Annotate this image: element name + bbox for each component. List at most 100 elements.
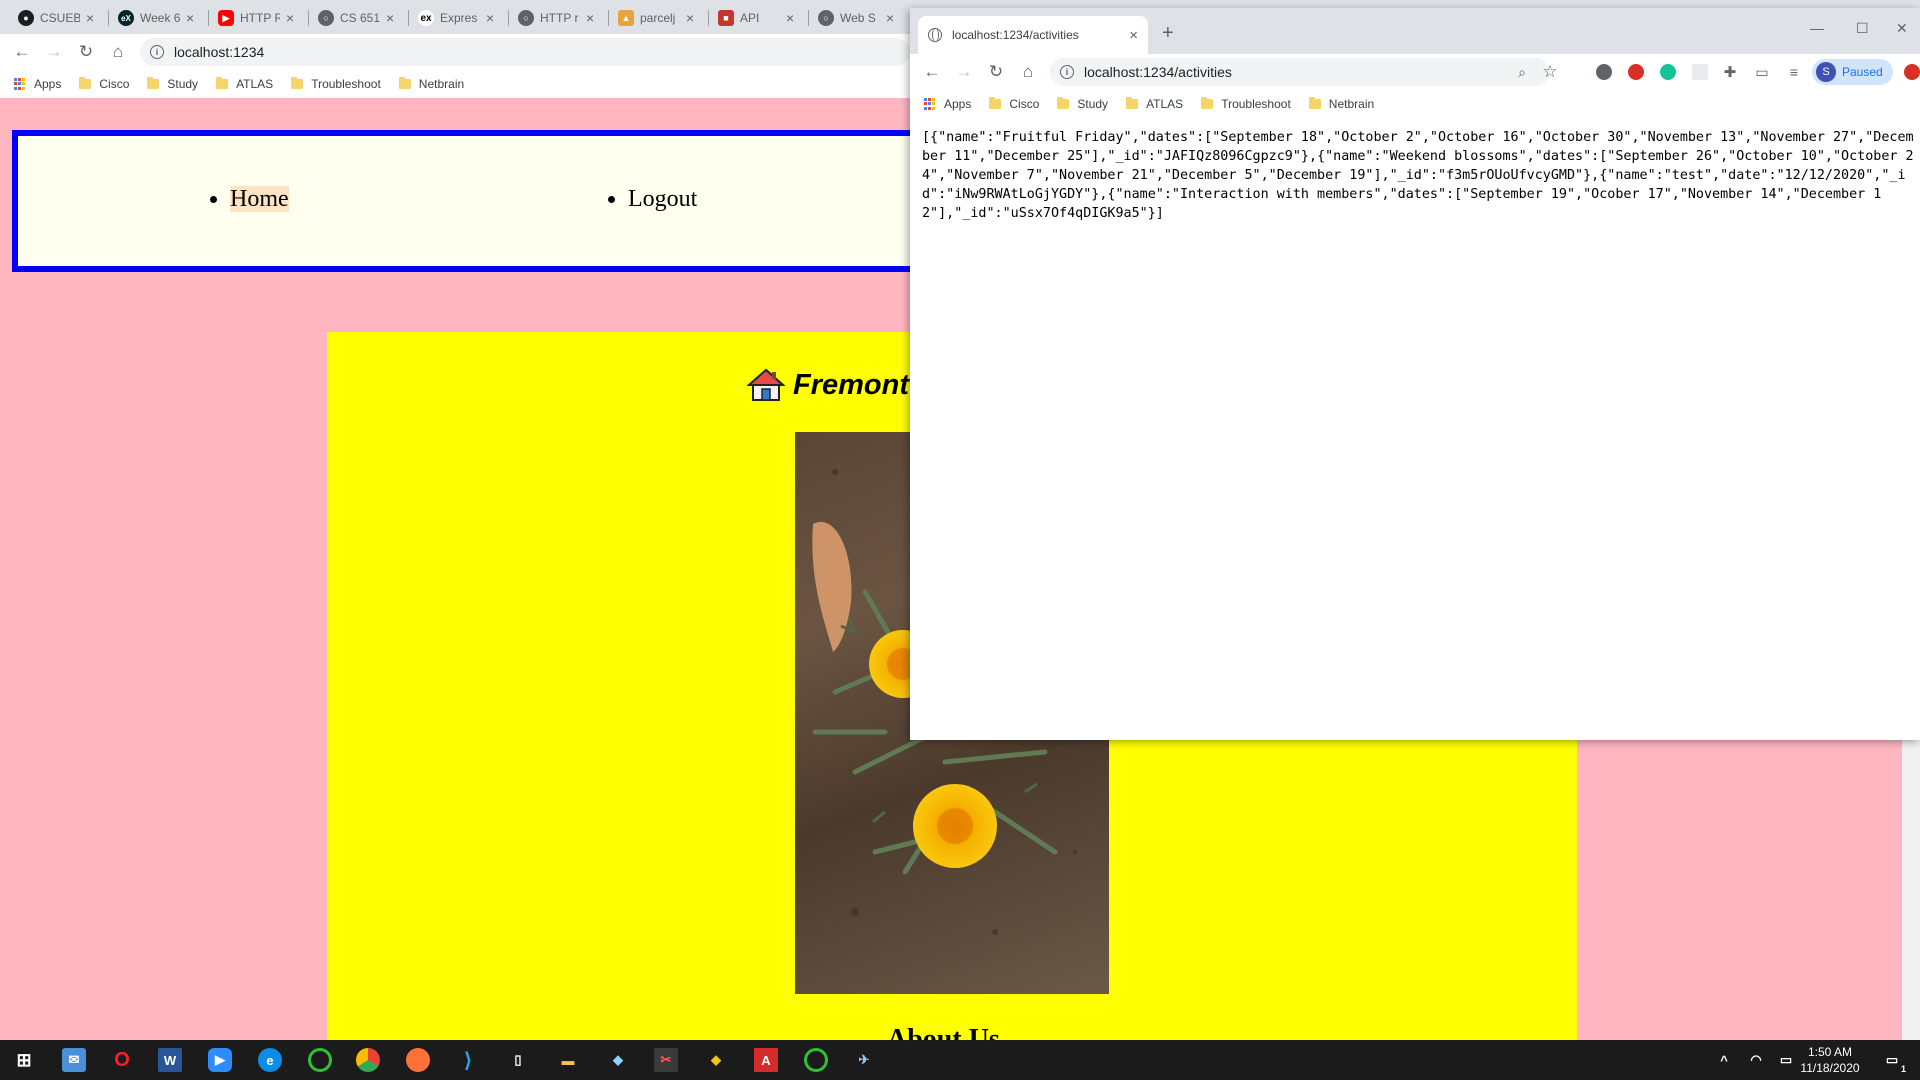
tab-week6[interactable]: eX Week 6 × [112,4,202,32]
bookmark-troubleshoot[interactable]: Troubleshoot [291,77,381,91]
tab-csueb[interactable]: ● CSUEB × [12,4,102,32]
reading-list-icon[interactable]: ≡ [1782,60,1806,84]
url-text: localhost:1234/activities [1084,64,1232,80]
blank-extension-icon[interactable] [1692,64,1708,80]
tab-api[interactable]: ■ API × [712,4,802,32]
acrobat-icon[interactable]: A [754,1048,778,1072]
youtube-icon: ▶ [218,10,234,26]
cast-icon[interactable]: ▭ [1750,60,1774,84]
globe-icon: ○ [818,10,834,26]
globe-icon: ○ [518,10,534,26]
extension-icon[interactable] [1596,64,1612,80]
close-icon[interactable]: × [86,10,94,26]
system-clock[interactable]: 1:50 AM 11/18/2020 [1790,1044,1870,1076]
folder-icon [291,77,304,89]
close-icon[interactable]: × [1129,27,1138,44]
close-icon[interactable]: × [886,10,894,26]
close-window-icon[interactable]: ✕ [1896,20,1908,37]
folder-icon [216,77,229,89]
apps-grid-icon [14,78,26,90]
close-icon[interactable]: × [586,10,594,26]
firefox-icon[interactable] [406,1048,430,1072]
refresh-app-icon[interactable] [308,1048,332,1072]
close-icon[interactable]: × [286,10,294,26]
tab-http-r[interactable]: ▶ HTTP R × [212,4,302,32]
home-icon[interactable]: ⌂ [106,40,130,64]
folder-icon [398,77,411,89]
tab-web-s[interactable]: ○ Web S × [812,4,902,32]
minimize-icon[interactable]: — [1810,20,1824,36]
notepad-icon[interactable]: ▯ [506,1048,530,1072]
new-tab-icon[interactable]: + [1162,22,1174,45]
app-icon[interactable]: ✈ [852,1048,876,1072]
chevron-up-icon[interactable]: ^ [1712,1048,1736,1072]
tab-label: HTTP r [540,11,579,25]
close-icon[interactable]: × [386,10,394,26]
bookmark-atlas[interactable]: ATLAS [216,77,273,91]
nav-home[interactable]: Home [230,186,289,213]
address-bar[interactable]: i localhost:1234 [140,38,910,66]
mail-icon[interactable]: ✉ [62,1048,86,1072]
address-bar[interactable]: i localhost:1234/activities [1050,58,1550,86]
close-icon[interactable]: × [486,10,494,26]
reload-icon[interactable]: ↻ [74,40,98,64]
zoom-app-icon[interactable]: ▶ [208,1048,232,1072]
word-icon[interactable]: W [158,1048,182,1072]
bookmark-apps[interactable]: Apps [14,77,61,91]
folder-icon [1308,97,1321,109]
close-icon[interactable]: × [786,10,794,26]
opera-icon[interactable]: O [110,1048,134,1072]
globe-icon [928,28,942,42]
bookmark-troubleshoot[interactable]: Troubleshoot [1201,97,1291,111]
tab-label: CS 651 [340,11,380,25]
back-arrow-icon[interactable]: ← [10,40,34,64]
bookmark-study[interactable]: Study [147,77,198,91]
tab-label: Expres [440,11,478,25]
bookmark-netbrain[interactable]: Netbrain [1308,97,1374,111]
refresh-app-icon[interactable] [804,1048,828,1072]
forward-arrow-icon[interactable]: → [42,40,66,64]
bookmark-apps[interactable]: Apps [924,97,971,111]
file-explorer-icon[interactable]: ▬ [556,1048,580,1072]
bookmark-cisco[interactable]: Cisco [79,77,129,91]
nav-logout[interactable]: Logout [628,186,697,213]
chrome-icon[interactable] [356,1048,380,1072]
tab-express[interactable]: ex Expres × [412,4,502,32]
vscode-icon[interactable]: ⟩ [456,1048,480,1072]
puzzle-icon[interactable]: ✚ [1718,60,1742,84]
snipping-tool-icon[interactable]: ✂ [654,1048,678,1072]
maximize-icon[interactable]: ☐ [1856,20,1869,37]
adblock-icon[interactable] [1628,64,1644,80]
bookmark-atlas[interactable]: ATLAS [1126,97,1183,111]
grammarly-icon[interactable] [1660,64,1676,80]
back-arrow-icon[interactable]: ← [920,60,944,84]
bookmark-study[interactable]: Study [1057,97,1108,111]
home-icon[interactable]: ⌂ [1016,60,1040,84]
tab-parcel[interactable]: ▲ parcelj × [612,4,702,32]
info-icon[interactable]: i [150,45,164,59]
zoom-icon[interactable]: ⌕ [1510,60,1534,84]
wifi-icon[interactable]: ◠ [1744,1048,1768,1072]
bookmark-netbrain[interactable]: Netbrain [398,77,464,91]
edge-icon[interactable]: e [258,1048,282,1072]
tab-http-r2[interactable]: ○ HTTP r × [512,4,602,32]
forward-arrow-icon[interactable]: → [952,60,976,84]
tab-cs651[interactable]: ○ CS 651 × [312,4,402,32]
profile-button[interactable]: S Paused [1812,59,1893,85]
star-icon[interactable]: ☆ [1538,60,1562,84]
git-icon[interactable]: ◆ [704,1048,728,1072]
folder-icon [1201,97,1214,109]
tab-label: API [740,11,760,25]
app-icon[interactable]: ◆ [606,1048,630,1072]
close-icon[interactable]: × [686,10,694,26]
close-icon[interactable]: × [186,10,194,26]
reload-icon[interactable]: ↻ [984,60,1008,84]
update-icon[interactable] [1904,64,1920,80]
url-text: localhost:1234 [174,44,265,60]
notification-icon[interactable]: 1 ▭ [1880,1048,1906,1074]
bookmark-cisco[interactable]: Cisco [989,97,1039,111]
tab-activities[interactable]: localhost:1234/activities × [918,16,1148,54]
windows-start-icon[interactable]: ⊞ [12,1048,36,1072]
info-icon[interactable]: i [1060,65,1074,79]
tab-label: Week 6 [140,11,180,25]
